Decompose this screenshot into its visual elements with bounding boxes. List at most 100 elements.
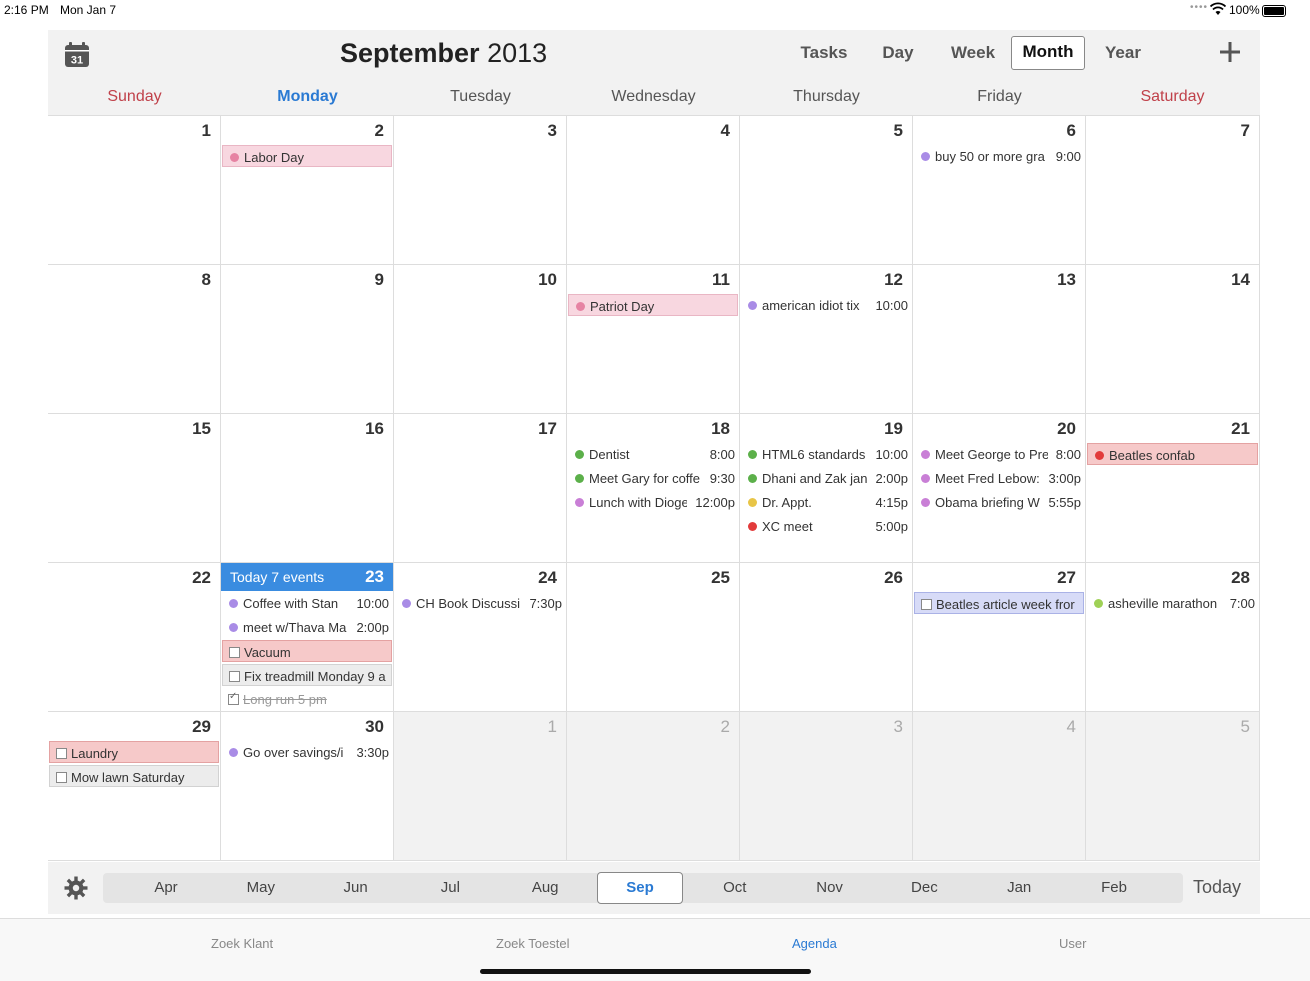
- day-cell[interactable]: 6 9:00 buy 50 or more gra: [913, 116, 1086, 265]
- day-cell[interactable]: 30 3:30p Go over savings/i: [221, 712, 394, 861]
- day-cell[interactable]: 7: [1086, 116, 1260, 265]
- month-button[interactable]: Apr: [123, 873, 209, 903]
- day-number: 17: [538, 419, 557, 438]
- day-cell[interactable]: 15: [48, 414, 221, 563]
- month-button[interactable]: Oct: [692, 873, 778, 903]
- day-cell[interactable]: 27 Beatles article week fror: [913, 563, 1086, 712]
- month-button[interactable]: Dec: [881, 873, 967, 903]
- event-item[interactable]: 3:00p Meet Fred Lebow:: [914, 467, 1084, 489]
- task-item[interactable]: Beatles article week fror: [914, 592, 1084, 614]
- battery-percent: 100%: [1229, 3, 1260, 17]
- task-checkbox[interactable]: [229, 671, 240, 682]
- day-cell[interactable]: 5: [740, 116, 913, 265]
- day-cell[interactable]: 1: [394, 712, 567, 861]
- day-cell[interactable]: 9: [221, 265, 394, 414]
- task-item[interactable]: Vacuum: [222, 640, 392, 662]
- day-cell[interactable]: 8: [48, 265, 221, 414]
- view-year-button[interactable]: Year: [1093, 38, 1153, 68]
- day-cell[interactable]: 28 7:00 asheville marathon: [1086, 563, 1260, 712]
- day-cell[interactable]: 24 7:30p CH Book Discussi: [394, 563, 567, 712]
- month-button[interactable]: Aug: [502, 873, 588, 903]
- event-item[interactable]: 4:15p Dr. Appt.: [741, 491, 911, 513]
- signal-icon: ••••: [1190, 2, 1209, 13]
- event-item[interactable]: 5:00p XC meet: [741, 515, 911, 537]
- view-month-button[interactable]: Month: [1011, 36, 1085, 70]
- event-color-dot: [575, 450, 584, 459]
- day-cell[interactable]: 29 Laundry Mow lawn Saturday: [48, 712, 221, 861]
- task-item[interactable]: Laundry: [49, 741, 219, 763]
- task-checkbox[interactable]: [921, 599, 932, 610]
- day-cell[interactable]: 5: [1086, 712, 1260, 861]
- day-cell[interactable]: 25: [567, 563, 740, 712]
- tab-zoek-toestel[interactable]: Zoek Toestel: [496, 936, 569, 951]
- event-item[interactable]: 10:00 american idiot tix: [741, 294, 911, 316]
- add-event-icon[interactable]: [1218, 40, 1242, 64]
- task-checkbox[interactable]: [228, 691, 239, 705]
- calendar-icon[interactable]: 31: [64, 42, 90, 68]
- day-number: 4: [720, 121, 730, 140]
- event-item[interactable]: 9:30 Meet Gary for coffe: [568, 467, 738, 489]
- view-day-button[interactable]: Day: [868, 38, 928, 68]
- day-cell[interactable]: 12 10:00 american idiot tix: [740, 265, 913, 414]
- day-cell[interactable]: 17: [394, 414, 567, 563]
- month-button[interactable]: May: [218, 873, 304, 903]
- month-button[interactable]: Nov: [787, 873, 873, 903]
- day-number: 26: [884, 568, 903, 587]
- day-cell[interactable]: 14: [1086, 265, 1260, 414]
- event-item[interactable]: 5:55p Obama briefing W: [914, 491, 1084, 513]
- event-item[interactable]: 7:00 asheville marathon: [1087, 592, 1258, 614]
- day-cell[interactable]: 26: [740, 563, 913, 712]
- day-cell[interactable]: 10: [394, 265, 567, 414]
- month-button[interactable]: Jul: [407, 873, 493, 903]
- view-tasks-button[interactable]: Tasks: [788, 38, 860, 68]
- day-cell[interactable]: 3: [394, 116, 567, 265]
- day-cell[interactable]: 20 8:00 Meet George to Pre 3:00p Meet Fred L…: [913, 414, 1086, 563]
- event-item[interactable]: Labor Day: [222, 145, 392, 167]
- month-button[interactable]: Jun: [313, 873, 399, 903]
- day-cell[interactable]: Today 7 events 23 10:00 Coffee with Stan 2:0…: [221, 563, 394, 712]
- event-item[interactable]: 2:00p meet w/Thava Ma: [222, 616, 392, 638]
- event-item[interactable]: 3:30p Go over savings/i: [222, 741, 392, 763]
- tab-user[interactable]: User: [1059, 936, 1086, 951]
- event-item[interactable]: 8:00 Dentist: [568, 443, 738, 465]
- event-item[interactable]: 12:00p Lunch with Dioge: [568, 491, 738, 513]
- event-item[interactable]: 10:00 HTML6 standards: [741, 443, 911, 465]
- day-cell[interactable]: 19 10:00 HTML6 standards 2:00p Dhani and Zak…: [740, 414, 913, 563]
- event-item[interactable]: 9:00 buy 50 or more gra: [914, 145, 1084, 167]
- day-cell[interactable]: 2: [567, 712, 740, 861]
- event-color-dot: [748, 301, 757, 310]
- day-cell[interactable]: 13: [913, 265, 1086, 414]
- day-cell[interactable]: 18 8:00 Dentist 9:30 Meet Gary for coffe 12:0…: [567, 414, 740, 563]
- tab-zoek-klant[interactable]: Zoek Klant: [211, 936, 273, 951]
- tab-agenda[interactable]: Agenda: [792, 936, 837, 951]
- day-cell[interactable]: 21 Beatles confab: [1086, 414, 1260, 563]
- day-cell[interactable]: 2 Labor Day: [221, 116, 394, 265]
- task-checkbox[interactable]: [56, 772, 67, 783]
- event-item[interactable]: Patriot Day: [568, 294, 738, 316]
- event-item[interactable]: 2:00p Dhani and Zak jan: [741, 467, 911, 489]
- month-button[interactable]: Feb: [1071, 873, 1157, 903]
- event-item[interactable]: 8:00 Meet George to Pre: [914, 443, 1084, 465]
- event-item[interactable]: 10:00 Coffee with Stan: [222, 592, 392, 614]
- day-cell[interactable]: 4: [567, 116, 740, 265]
- month-button[interactable]: Sep: [597, 872, 683, 904]
- task-checkbox[interactable]: [229, 647, 240, 658]
- event-title: HTML6 standards: [762, 447, 866, 462]
- day-cell[interactable]: 1: [48, 116, 221, 265]
- day-cell[interactable]: 16: [221, 414, 394, 563]
- event-item[interactable]: Beatles confab: [1087, 443, 1258, 465]
- event-item[interactable]: 7:30p CH Book Discussi: [395, 592, 565, 614]
- day-cell[interactable]: 3: [740, 712, 913, 861]
- task-checkbox[interactable]: [56, 748, 67, 759]
- gear-icon[interactable]: [64, 876, 88, 900]
- task-item[interactable]: Fix treadmill Monday 9 a: [222, 664, 392, 686]
- task-item[interactable]: Long run 5 pm: [222, 688, 392, 710]
- day-cell[interactable]: 11 Patriot Day: [567, 265, 740, 414]
- calendar: 31 September 2013 Tasks Day Week Month Y…: [48, 30, 1260, 914]
- view-week-button[interactable]: Week: [938, 38, 1008, 68]
- month-button[interactable]: Jan: [976, 873, 1062, 903]
- task-item[interactable]: Mow lawn Saturday: [49, 765, 219, 787]
- day-cell[interactable]: 4: [913, 712, 1086, 861]
- day-cell[interactable]: 22: [48, 563, 221, 712]
- today-button[interactable]: Today: [1193, 877, 1241, 898]
